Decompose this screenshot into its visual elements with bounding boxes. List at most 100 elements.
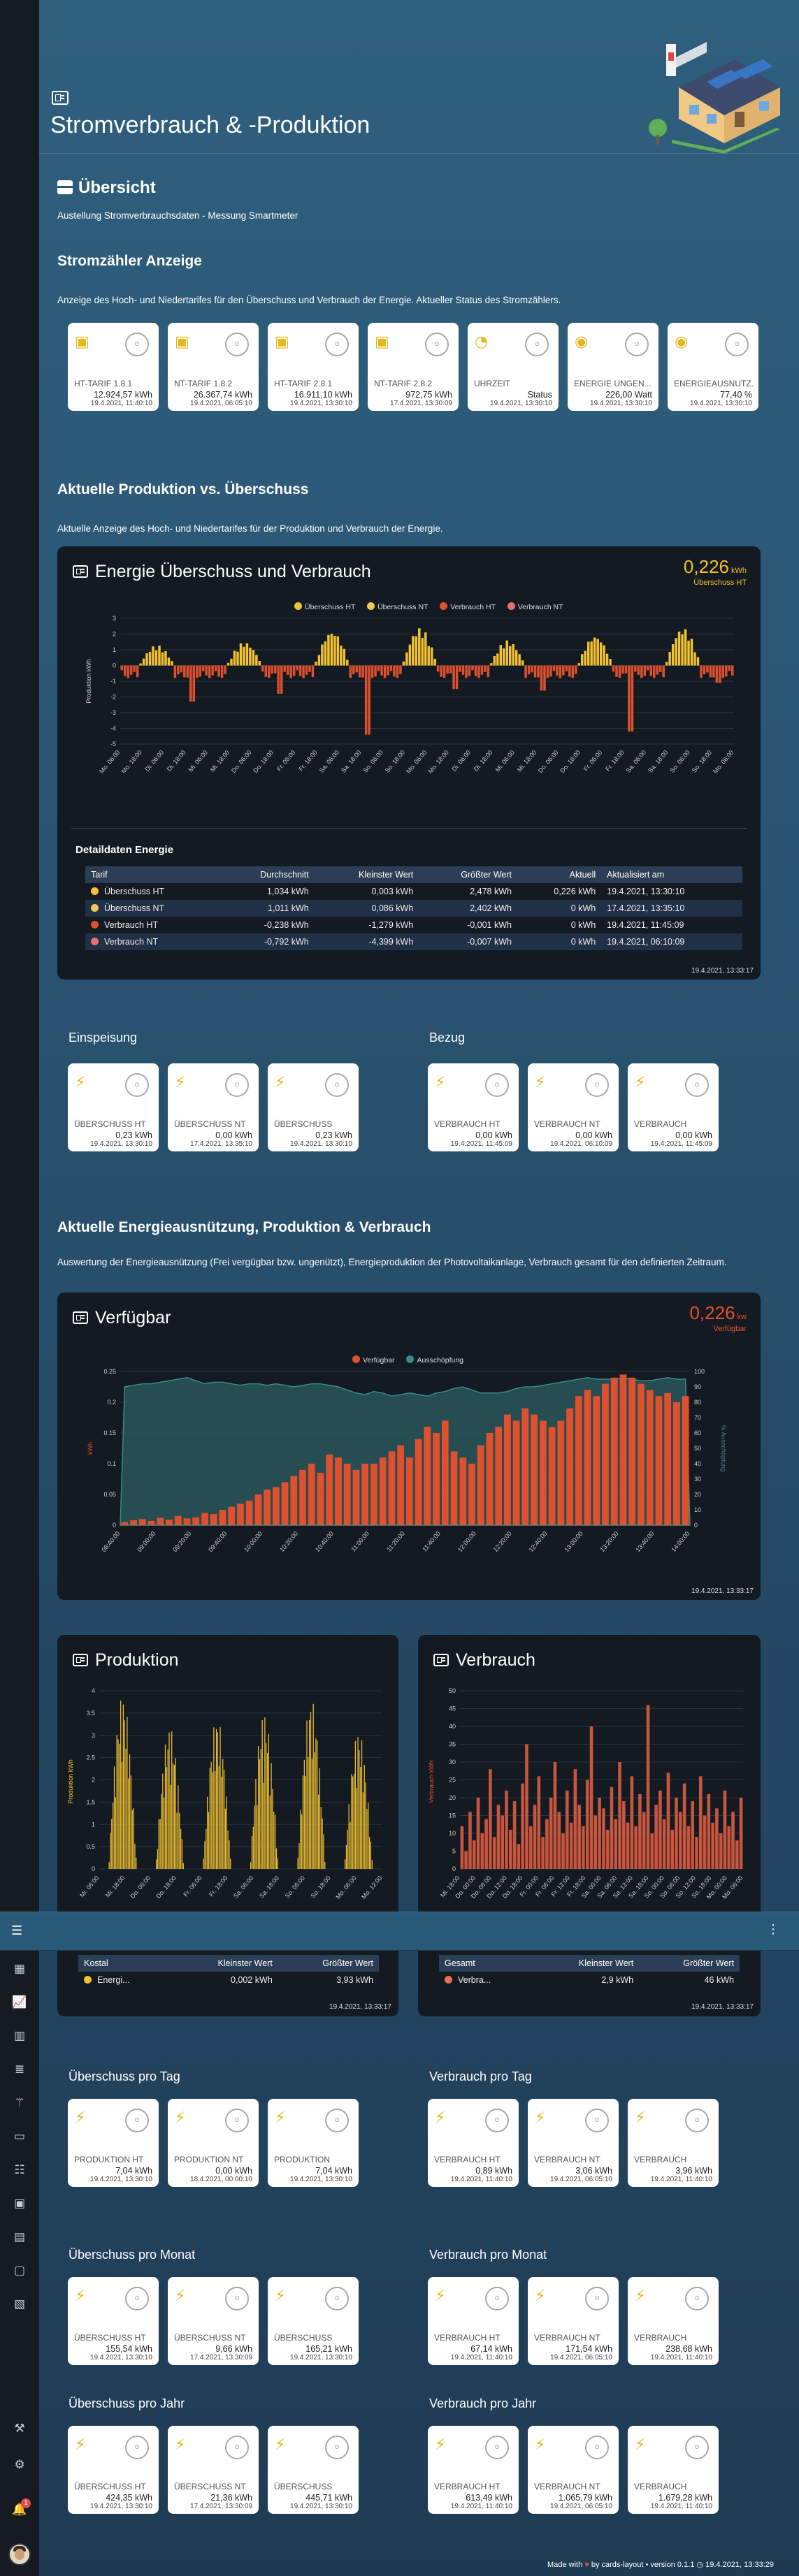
- toggle-button[interactable]: ⏻: [225, 2436, 249, 2459]
- toggle-button[interactable]: ⏻: [485, 1073, 509, 1097]
- toggle-button[interactable]: ⏻: [125, 1073, 149, 1097]
- toggle-button[interactable]: ⏻: [225, 333, 249, 356]
- entity-tile[interactable]: ▣ ⏻ HT-TARIF 1.8.1 12.924,57 kWh 19.4.2021, …: [68, 323, 159, 411]
- toggle-button[interactable]: ⏻: [585, 2287, 609, 2311]
- hammer-icon[interactable]: ⚒: [11, 2420, 28, 2437]
- entity-tile[interactable]: ⚡ ⏻ ÜBERSCHUSS NT 9,66 kWh 17.4.2021, 13:30:…: [168, 2277, 259, 2365]
- entity-tile[interactable]: ⚡ ⏻ VERBRAUCH 3,96 kWh 19.4.2021, 11:40:10: [628, 2099, 719, 2187]
- toggle-button[interactable]: ⏻: [225, 1073, 249, 1097]
- entity-tile[interactable]: ⚡ ⏻ ÜBERSCHUSS 445,71 kWh 19.4.2021, 13:30:1…: [268, 2426, 359, 2514]
- toggle-button[interactable]: ⏻: [685, 2287, 709, 2311]
- toggle-button[interactable]: ⏻: [125, 2436, 149, 2459]
- verfuegbar-timestamp: 19.4.2021, 13:33:17: [691, 1587, 754, 1595]
- entity-tile[interactable]: ⚡ ⏻ ÜBERSCHUSS NT 21,36 kWh 17.4.2021, 13:30…: [168, 2426, 259, 2514]
- toggle-button[interactable]: ⏻: [225, 2287, 249, 2311]
- entity-tile[interactable]: ⚡ ⏻ VERBRAUCH 238,68 kWh 19.4.2021, 11:40:10: [628, 2277, 719, 2365]
- entity-tile[interactable]: ⚡ ⏻ VERBRAUCH NT 3,06 kWh 19.4.2021, 06:05:1…: [528, 2099, 619, 2187]
- toggle-button[interactable]: ⏻: [685, 1073, 709, 1097]
- entity-tile[interactable]: ⚡ ⏻ PRODUKTION HT 7,04 kWh 19.4.2021, 13:30:…: [68, 2099, 159, 2187]
- toggle-button[interactable]: ⏻: [485, 2287, 509, 2311]
- monitor-icon[interactable]: ▭: [11, 2128, 28, 2145]
- tile-time: 19.4.2021, 13:30:10: [690, 400, 752, 407]
- entity-tile[interactable]: ⚡ ⏻ ÜBERSCHUSS HT 424,35 kWh 19.4.2021, 13:3…: [68, 2426, 159, 2514]
- legend-label[interactable]: Verbrauch NT: [518, 603, 563, 611]
- entity-tile[interactable]: ⚡ ⏻ VERBRAUCH HT 0,00 kWh 19.4.2021, 11:45:0…: [428, 1063, 519, 1151]
- entity-tile[interactable]: ⚡ ⏻ VERBRAUCH NT 171,54 kWh 19.4.2021, 06:05…: [528, 2277, 619, 2365]
- collection-icon[interactable]: ▧: [11, 2296, 28, 2313]
- legend-label[interactable]: Verbrauch HT: [450, 603, 496, 611]
- dashboard-icon[interactable]: ▦: [11, 1960, 28, 1977]
- entity-tile[interactable]: ⚡ ⏻ ÜBERSCHUSS HT 155,54 kWh 19.4.2021, 13:3…: [68, 2277, 159, 2365]
- display-icon[interactable]: ▢: [11, 2262, 28, 2279]
- entity-tile[interactable]: ⚡ ⏻ VERBRAUCH NT 0,00 kWh 19.4.2021, 06:10:0…: [528, 1063, 619, 1151]
- toggle-button[interactable]: ⏻: [425, 333, 449, 356]
- entity-tile[interactable]: ◉ ⏻ ENERGIEAUSNUTZ... 77,40 % 19.4.2021, 13:…: [668, 323, 758, 411]
- entity-tile[interactable]: ⚡ ⏻ PRODUKTION NT 0,00 kWh 18.4.2021, 00:00:…: [168, 2099, 259, 2187]
- entity-tile[interactable]: ⚡ ⏻ VERBRAUCH HT 613,49 kWh 19.4.2021, 11:40…: [428, 2426, 519, 2514]
- footer-by[interactable]: by cards-layout • version 0.1.1: [591, 2561, 695, 2569]
- toggle-button[interactable]: ⏻: [125, 2109, 149, 2132]
- toggle-button[interactable]: ⏻: [525, 333, 549, 356]
- x-tick-label: Fr. 18:00: [604, 749, 625, 773]
- solar-icon: ⚡: [175, 2287, 186, 2305]
- toggle-button[interactable]: ⏻: [585, 1073, 609, 1097]
- entity-tile[interactable]: ◉ ⏻ ENERGIE UNGEN... 226,00 Watt 19.4.2021, …: [568, 323, 658, 411]
- toggle-button[interactable]: ⏻: [325, 2287, 349, 2311]
- toggle-button[interactable]: ⏻: [125, 2287, 149, 2311]
- entity-tile[interactable]: ⚡ ⏻ ÜBERSCHUSS HT 0,23 kWh 19.4.2021, 13:30:…: [68, 1063, 159, 1151]
- bar: [666, 1773, 670, 1869]
- entity-tile[interactable]: ⚡ ⏻ ÜBERSCHUSS 165,21 kWh 19.4.2021, 13:30:1…: [268, 2277, 359, 2365]
- image-icon[interactable]: ▣: [11, 2195, 28, 2212]
- toggle-button[interactable]: ⏻: [125, 333, 149, 356]
- list-icon[interactable]: ≣: [11, 2061, 28, 2078]
- more-options-icon[interactable]: ⋮: [767, 1922, 779, 1937]
- solar-panel-icon[interactable]: ⚚: [11, 2095, 28, 2111]
- gear-icon[interactable]: ⚙: [11, 2457, 28, 2473]
- avatar[interactable]: [8, 2543, 31, 2566]
- bar: [603, 645, 605, 666]
- entity-tile[interactable]: ▣ ⏻ HT-TARIF 2.8.1 16.911,10 kWh 19.4.2021, …: [268, 323, 359, 411]
- bell-icon[interactable]: 🔔 1: [11, 2498, 31, 2518]
- bar-chart-icon[interactable]: ▥: [11, 2028, 28, 2044]
- legend-label[interactable]: Überschuss NT: [377, 603, 428, 611]
- toggle-button[interactable]: ⏻: [225, 2109, 249, 2132]
- bar: [352, 1776, 354, 1869]
- entity-tile[interactable]: ⚡ ⏻ PRODUKTION 7,04 kWh 19.4.2021, 13:30:10: [268, 2099, 359, 2187]
- toggle-button[interactable]: ⏻: [585, 2436, 609, 2459]
- toggle-button[interactable]: ⏻: [725, 333, 749, 356]
- toggle-button[interactable]: ⏻: [325, 1073, 349, 1097]
- bar: [658, 1790, 662, 1869]
- chart-line-icon[interactable]: 📈: [11, 1994, 28, 2011]
- toggle-button[interactable]: ⏻: [685, 2109, 709, 2132]
- entity-tile[interactable]: ⚡ ⏻ VERBRAUCH 1.679,28 kWh 19.4.2021, 11:40:…: [628, 2426, 719, 2514]
- entity-tile[interactable]: ⚡ ⏻ VERBRAUCH HT 0,89 kWh 19.4.2021, 11:40:1…: [428, 2099, 519, 2187]
- entity-tile[interactable]: ▣ ⏻ NT-TARIF 2.8.2 972,75 kWh 17.4.2021, 13:…: [368, 323, 459, 411]
- entity-tile[interactable]: ⚡ ⏻ ÜBERSCHUSS 0,23 kWh 19.4.2021, 13:30:10: [268, 1063, 359, 1151]
- toggle-button[interactable]: ⏻: [685, 2436, 709, 2459]
- entity-tile[interactable]: ⚡ ⏻ ÜBERSCHUSS NT 0,00 kWh 17.4.2021, 13:35:…: [168, 1063, 259, 1151]
- toggle-button[interactable]: ⏻: [585, 2109, 609, 2132]
- entity-tile[interactable]: ▣ ⏻ NT-TARIF 1.8.2 26.367,74 kWh 19.4.2021, …: [168, 323, 259, 411]
- bar: [690, 639, 693, 666]
- toggle-button[interactable]: ⏻: [325, 333, 349, 356]
- legend-label[interactable]: Überschuss HT: [305, 603, 355, 611]
- bar: [117, 1739, 119, 1869]
- legend-label[interactable]: Ausschöpfung: [417, 1356, 463, 1365]
- toggle-button[interactable]: ⏻: [485, 2436, 509, 2459]
- bar: [271, 665, 273, 674]
- menu-icon[interactable]: ☰: [11, 1923, 22, 1938]
- entity-tile[interactable]: ⚡ ⏻ VERBRAUCH HT 67,14 kWh 19.4.2021, 11:40:…: [428, 2277, 519, 2365]
- utilization-subtitle: Auswertung der Energieausnützung (Frei v…: [57, 1257, 727, 1267]
- legend-label[interactable]: Verfügbar: [363, 1356, 395, 1365]
- bar: [698, 1776, 703, 1869]
- calendar-icon[interactable]: ▤: [11, 2229, 28, 2246]
- toggle-button[interactable]: ⏻: [485, 2109, 509, 2132]
- entity-tile[interactable]: ⚡ ⏻ VERBRAUCH NT 1.065,79 kWh 19.4.2021, 06:…: [528, 2426, 619, 2514]
- list-alt-icon[interactable]: ☷: [11, 2162, 28, 2178]
- toggle-button[interactable]: ⏻: [325, 2436, 349, 2459]
- entity-tile[interactable]: ◔ ⏻ UHRZEIT Status 19.4.2021, 13:30:10: [468, 323, 559, 411]
- bar: [133, 665, 136, 672]
- toggle-button[interactable]: ⏻: [325, 2109, 349, 2132]
- entity-tile[interactable]: ⚡ ⏻ VERBRAUCH 0,00 kWh 19.4.2021, 11:45:09: [628, 1063, 719, 1151]
- toggle-button[interactable]: ⏻: [625, 333, 649, 356]
